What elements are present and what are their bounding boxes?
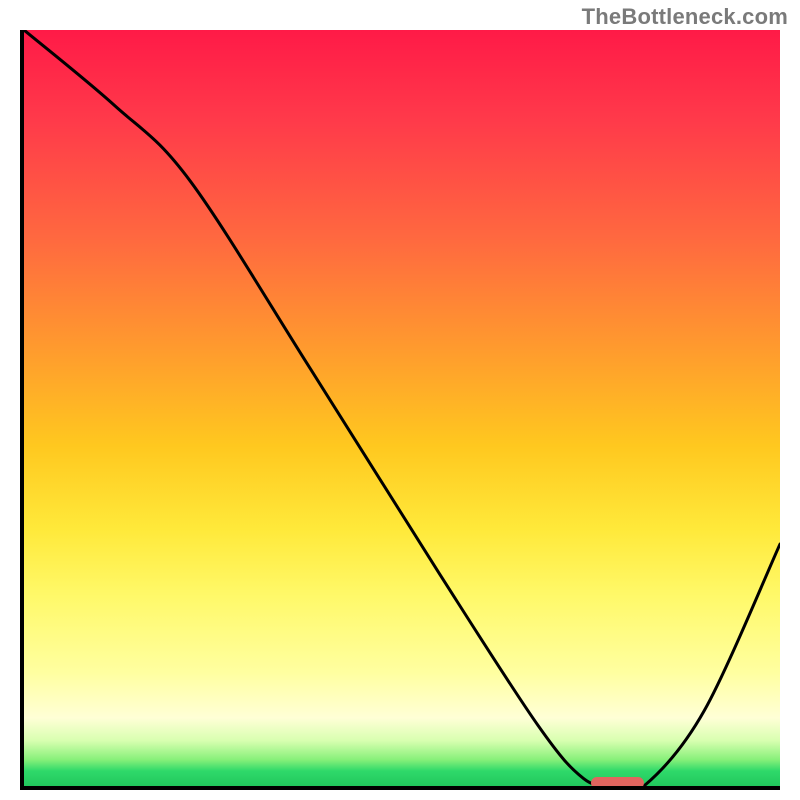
optimal-range-marker — [591, 777, 644, 786]
chart-canvas: TheBottleneck.com — [0, 0, 800, 800]
bottleneck-curve — [24, 30, 780, 786]
chart-svg — [24, 30, 780, 786]
watermark-text: TheBottleneck.com — [582, 4, 788, 30]
plot-area — [20, 30, 780, 790]
